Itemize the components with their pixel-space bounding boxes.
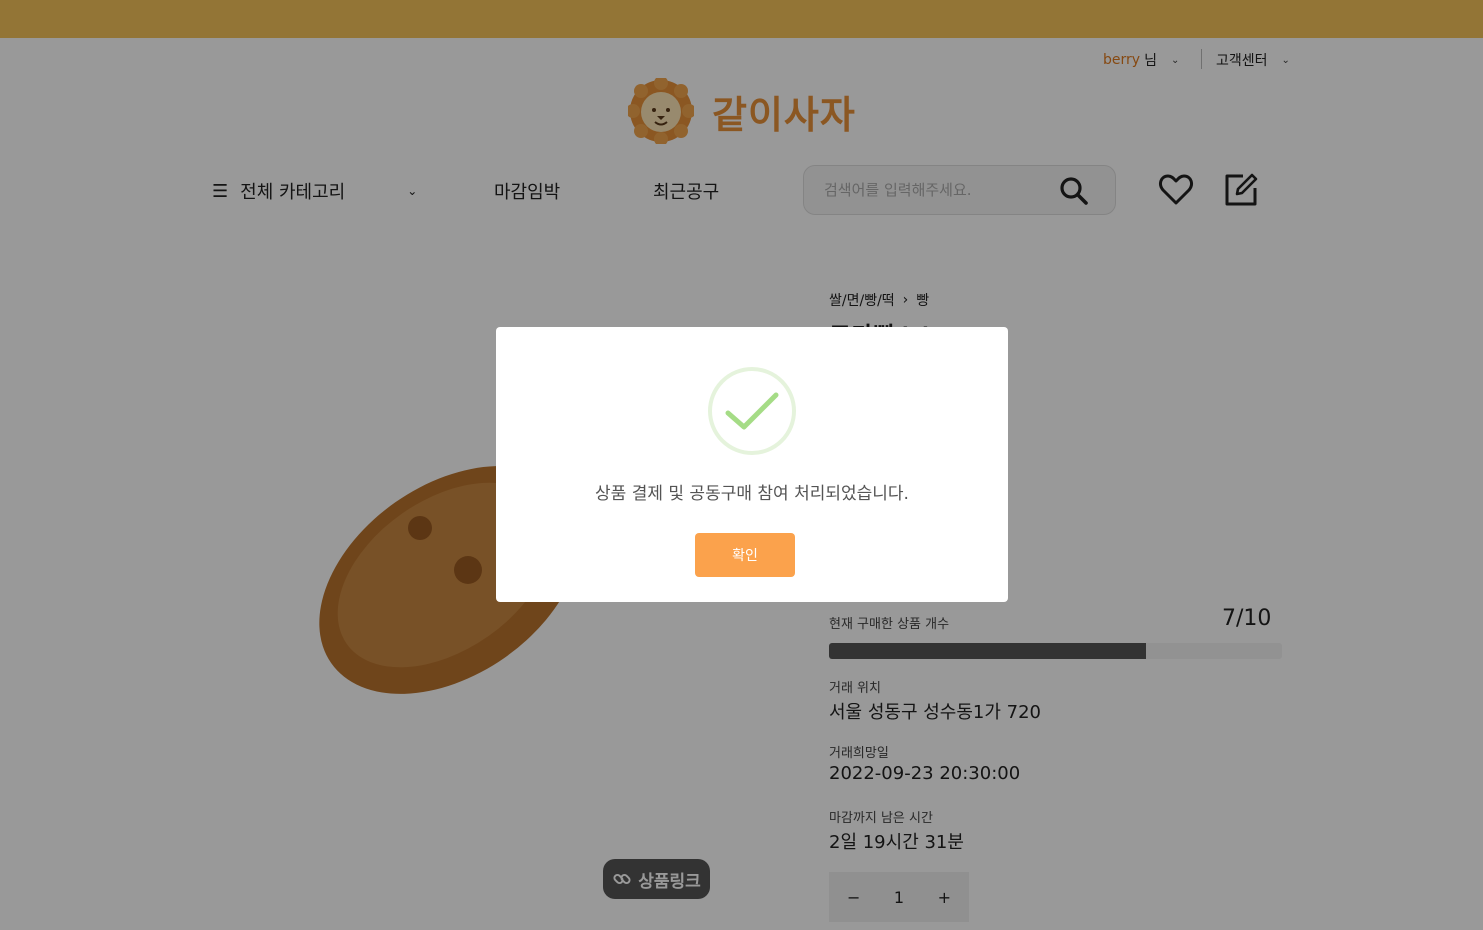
success-check-icon bbox=[708, 367, 796, 459]
dialog-message: 상품 결제 및 공동구매 참여 처리되었습니다. bbox=[595, 484, 909, 504]
success-dialog: 상품 결제 및 공동구매 참여 처리되었습니다. 확인 bbox=[496, 327, 1008, 602]
confirm-button[interactable]: 확인 bbox=[695, 533, 795, 577]
